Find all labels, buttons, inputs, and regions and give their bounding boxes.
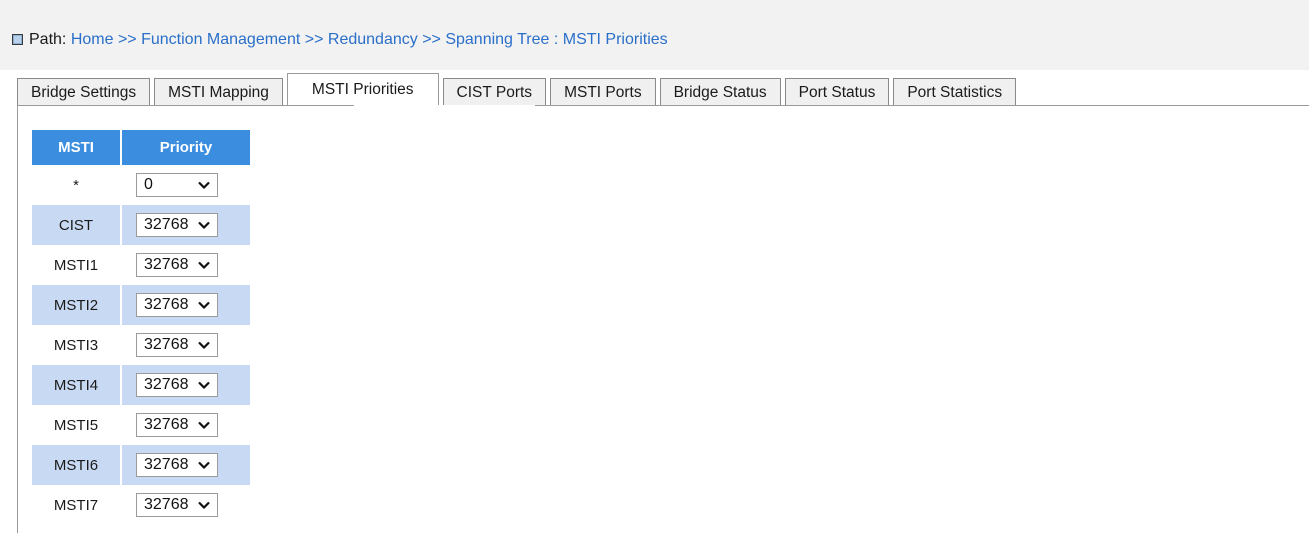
tab-cist-ports[interactable]: CIST Ports: [442, 78, 547, 106]
tab-underline: [17, 105, 1309, 106]
tab-port-statistics[interactable]: Port Statistics: [893, 78, 1017, 106]
tab-msti-ports[interactable]: MSTI Ports: [550, 78, 656, 106]
tab-bridge-settings[interactable]: Bridge Settings: [17, 78, 151, 106]
priority-select-value: 32768: [144, 376, 189, 393]
chevron-down-icon: [198, 421, 210, 430]
msti-cell: MSTI4: [32, 365, 122, 405]
priority-select[interactable]: 32768: [136, 413, 218, 437]
table-header-row: MSTI Priority: [32, 130, 250, 165]
breadcrumb-redundancy-link[interactable]: Redundancy: [328, 31, 418, 48]
priority-select[interactable]: 32768: [136, 373, 218, 397]
chevron-down-icon: [198, 461, 210, 470]
chevron-down-icon: [198, 181, 210, 190]
msti-cell: MSTI6: [32, 445, 122, 485]
table-row: MSTI2 32768: [32, 285, 250, 325]
msti-column-header: MSTI: [32, 130, 122, 165]
tab-bar: Bridge Settings MSTI Mapping MSTI Priori…: [17, 73, 1020, 106]
chevron-down-icon: [198, 221, 210, 230]
breadcrumb-separator: >>: [422, 31, 441, 48]
table-row: MSTI6 32768: [32, 445, 250, 485]
priority-select[interactable]: 32768: [136, 493, 218, 517]
tab-msti-mapping[interactable]: MSTI Mapping: [154, 78, 283, 106]
priority-column-header: Priority: [122, 130, 250, 165]
chevron-down-icon: [198, 301, 210, 310]
active-tab-gap: [354, 105, 535, 107]
priority-select-value: 32768: [144, 216, 189, 233]
priority-select-value: 32768: [144, 496, 189, 513]
tab-port-status[interactable]: Port Status: [784, 78, 890, 106]
msti-cell: MSTI1: [32, 245, 122, 285]
priority-select[interactable]: 32768: [136, 293, 218, 317]
msti-cell: MSTI2: [32, 285, 122, 325]
msti-cell: MSTI5: [32, 405, 122, 445]
breadcrumb-function-management-link[interactable]: Function Management: [141, 31, 300, 48]
chevron-down-icon: [198, 341, 210, 350]
breadcrumb-separator: >>: [117, 31, 137, 48]
msti-priority-table: MSTI Priority * 0 CIST 32768 MSTI1 32768…: [32, 130, 250, 525]
msti-cell: MSTI7: [32, 485, 122, 525]
tab-bridge-status[interactable]: Bridge Status: [659, 78, 781, 106]
table-row: MSTI7 32768: [32, 485, 250, 525]
priority-select-value: 32768: [144, 416, 189, 433]
priority-select-value: 32768: [144, 296, 189, 313]
table-row: MSTI4 32768: [32, 365, 250, 405]
priority-select-value: 0: [144, 176, 153, 193]
table-row: MSTI5 32768: [32, 405, 250, 445]
priority-select-value: 32768: [144, 456, 189, 473]
breadcrumb-separator: >>: [304, 31, 324, 48]
table-row: MSTI1 32768: [32, 245, 250, 285]
priority-select[interactable]: 32768: [136, 333, 218, 357]
priority-select-value: 32768: [144, 256, 189, 273]
breadcrumb-home-link[interactable]: Home: [71, 31, 114, 48]
priority-select[interactable]: 0: [136, 173, 218, 197]
table-row: * 0: [32, 165, 250, 205]
content-border: [17, 106, 18, 533]
path-bar: Path: Home >> Function Management >> Red…: [0, 0, 1309, 70]
breadcrumb: Path: Home >> Function Management >> Red…: [12, 30, 668, 50]
msti-cell: *: [32, 165, 122, 205]
path-label: Path:: [29, 31, 67, 48]
priority-select[interactable]: 32768: [136, 453, 218, 477]
chevron-down-icon: [198, 261, 210, 270]
breadcrumb-current-page[interactable]: Spanning Tree : MSTI Priorities: [445, 31, 667, 48]
table-row: MSTI3 32768: [32, 325, 250, 365]
msti-cell: MSTI3: [32, 325, 122, 365]
priority-select-value: 32768: [144, 336, 189, 353]
priority-select[interactable]: 32768: [136, 213, 218, 237]
chevron-down-icon: [198, 501, 210, 510]
msti-cell: CIST: [32, 205, 122, 245]
table-row: CIST 32768: [32, 205, 250, 245]
tab-msti-priorities[interactable]: MSTI Priorities: [286, 73, 439, 106]
square-bullet-icon: [12, 34, 23, 45]
priority-select[interactable]: 32768: [136, 253, 218, 277]
chevron-down-icon: [198, 381, 210, 390]
